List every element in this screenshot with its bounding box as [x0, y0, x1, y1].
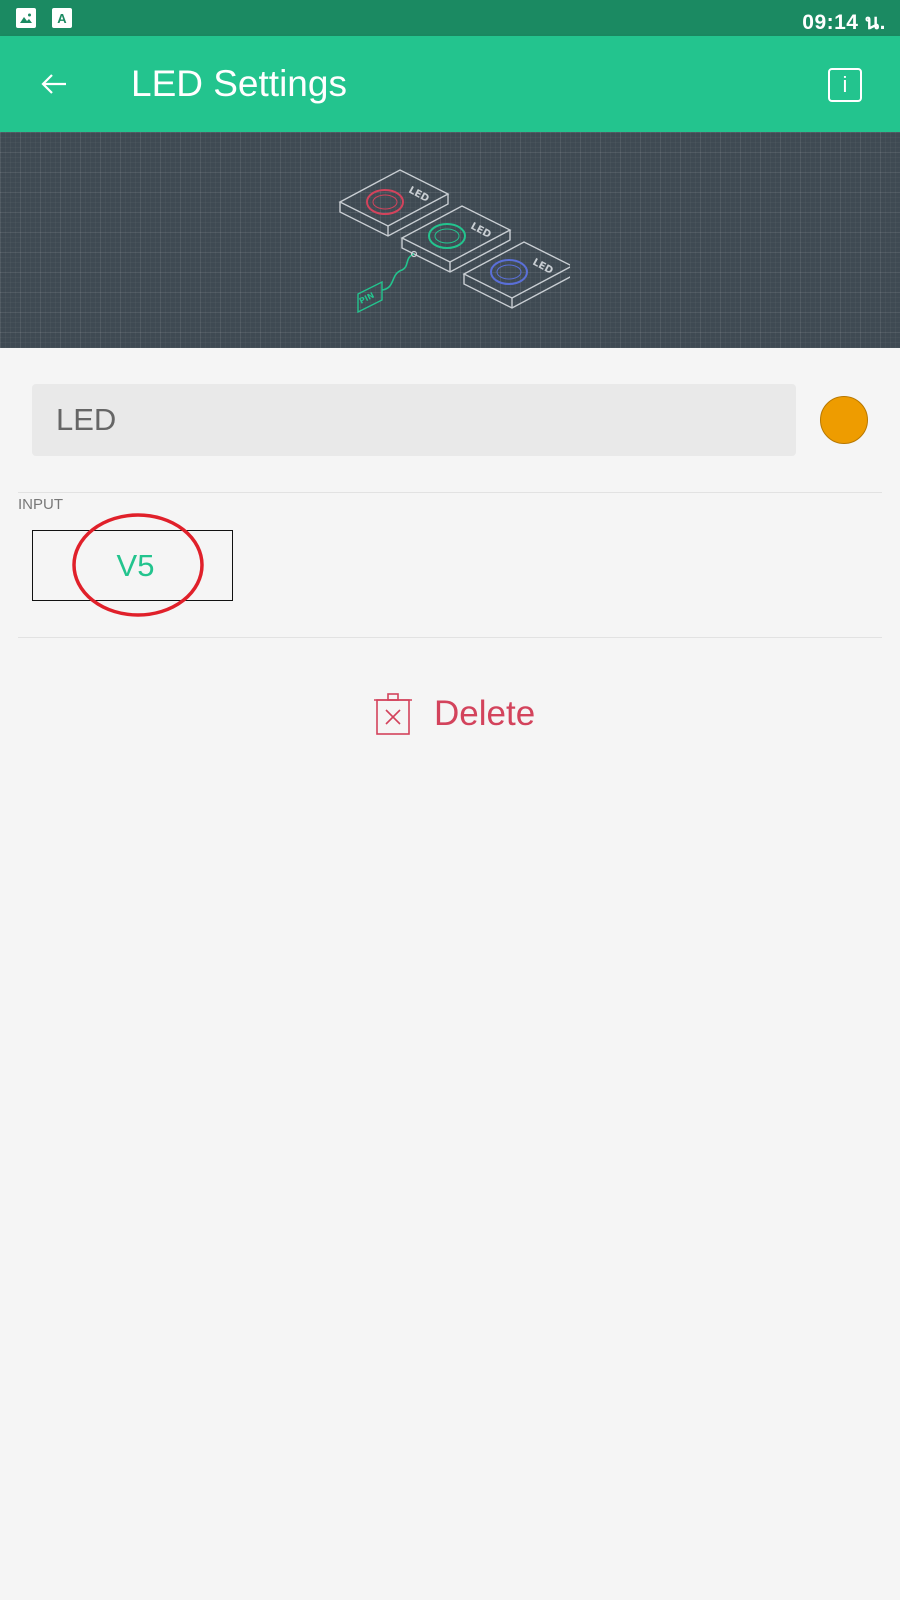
delete-button[interactable]: Delete [374, 690, 535, 738]
app-bar: LED Settings i [0, 36, 900, 132]
info-icon: i [842, 72, 848, 97]
color-picker[interactable] [820, 396, 868, 444]
status-icons: A [16, 8, 72, 28]
back-button[interactable] [30, 60, 78, 108]
divider [18, 492, 882, 493]
widget-name-field[interactable] [32, 384, 796, 456]
led-label-1: LED [407, 185, 431, 205]
led-label-2: LED [469, 221, 493, 241]
widget-illustration: LED LED LED PIN [0, 132, 900, 348]
led-label-3: LED [531, 257, 555, 277]
trash-icon [374, 693, 412, 735]
status-time: 09:14 น. [802, 11, 886, 34]
page-title: LED Settings [131, 63, 347, 104]
pin-selector[interactable]: V5 [32, 530, 233, 601]
divider [18, 637, 882, 638]
delete-label: Delete [434, 694, 536, 733]
led-illustration: LED LED LED PIN [338, 169, 570, 314]
keyboard-a-icon: A [52, 8, 72, 28]
arrow-left-icon [41, 74, 66, 94]
status-bar: A 09:14 น. [0, 0, 900, 36]
pin-value: V5 [116, 547, 155, 583]
info-button[interactable]: i [828, 68, 862, 102]
image-icon [16, 8, 36, 28]
input-section-label: INPUT [18, 496, 63, 513]
